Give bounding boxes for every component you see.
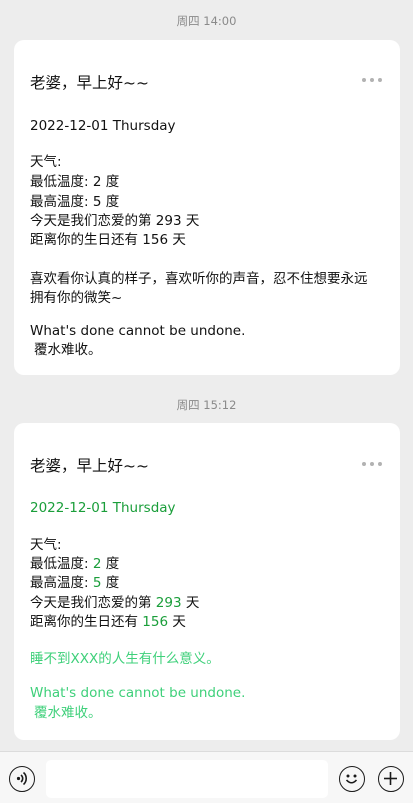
weather-line: 天气: [30, 154, 62, 170]
message-title: 老婆，早上好~~ [30, 74, 149, 92]
message-title: 老婆，早上好~~ [30, 457, 149, 475]
low-temp-line: 最低温度: 2 度 [30, 174, 120, 190]
sentence-line-1: 睡不到XXX的人生有什么意义。 [30, 651, 220, 667]
quote-chinese: 覆水难收。 [34, 342, 102, 358]
template-message-card[interactable]: 老婆，早上好~~ 2022-12-01 Thursday 天气: 最低温度: 2… [14, 423, 400, 740]
plus-icon[interactable] [378, 766, 404, 792]
date-line: 2022-12-01 Thursday [30, 500, 176, 516]
voice-icon[interactable] [9, 766, 35, 792]
emoji-icon[interactable] [339, 766, 365, 792]
message-input[interactable] [46, 760, 328, 798]
sentence-line-2: 拥有你的微笑~ [30, 290, 123, 306]
quote-english: What's done cannot be undone. [30, 685, 246, 701]
birthday-line: 距离你的生日还有 156 天 [30, 232, 186, 248]
high-temp-line: 最高温度: 5 度 [30, 575, 120, 591]
sentence-line-1: 喜欢看你认真的样子，喜欢听你的声音，忍不住想要永远 [30, 271, 368, 287]
quote-english: What's done cannot be undone. [30, 323, 246, 339]
more-icon[interactable] [362, 77, 382, 83]
message-timestamp: 周四 15:12 [176, 398, 237, 412]
weather-line: 天气: [30, 537, 62, 553]
quote-chinese: 覆水难收。 [34, 705, 102, 721]
birthday-line: 距离你的生日还有 156 天 [30, 614, 186, 630]
more-icon[interactable] [362, 461, 382, 467]
chat-input-bar [0, 751, 413, 803]
date-line: 2022-12-01 Thursday [30, 118, 176, 134]
template-message-card[interactable]: 老婆，早上好~~ 2022-12-01 Thursday 天气: 最低温度: 2… [14, 40, 400, 375]
high-temp-line: 最高温度: 5 度 [30, 194, 120, 210]
low-temp-line: 最低温度: 2 度 [30, 556, 120, 572]
love-days-line: 今天是我们恋爱的第 293 天 [30, 595, 200, 611]
message-timestamp: 周四 14:00 [176, 14, 237, 28]
love-days-line: 今天是我们恋爱的第 293 天 [30, 213, 200, 229]
